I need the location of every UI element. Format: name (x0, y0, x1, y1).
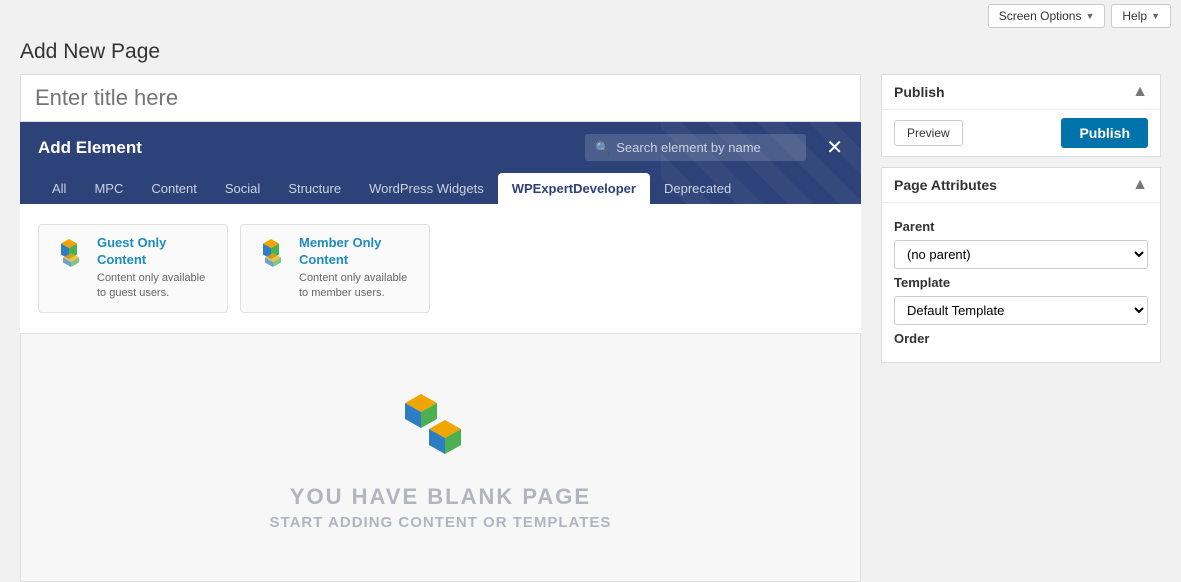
guest-only-info: Guest Only Content Content only availabl… (97, 235, 215, 302)
main-layout: Add Element 🔍 ✕ All MPC Content Social S… (0, 74, 1181, 582)
screen-options-label: Screen Options (999, 9, 1082, 23)
page-title: Add New Page (0, 32, 1181, 74)
blank-page-text: YOU HAVE BLANK PAGE START ADDING CONTENT… (270, 484, 612, 531)
page-attributes-content: Parent (no parent) Template Default Temp… (882, 203, 1160, 362)
add-element-controls: 🔍 ✕ (585, 134, 843, 161)
add-element-header: Add Element 🔍 ✕ (20, 122, 861, 173)
blank-page-line2: START ADDING CONTENT OR TEMPLATES (270, 514, 612, 531)
page-attributes-collapse-icon[interactable]: ▲ (1132, 176, 1148, 194)
publish-box-collapse-icon[interactable]: ▲ (1132, 83, 1148, 101)
member-only-desc: Content only available to member users. (299, 271, 417, 302)
member-only-name: Member Only Content (299, 235, 417, 269)
tab-structure[interactable]: Structure (274, 173, 355, 204)
parent-label: Parent (894, 219, 1148, 234)
template-label: Template (894, 275, 1148, 290)
blank-page-line1: YOU HAVE BLANK PAGE (270, 484, 612, 510)
blank-page-logo (401, 384, 481, 464)
screen-options-button[interactable]: Screen Options ▼ (988, 4, 1106, 28)
element-search-input[interactable] (616, 140, 796, 155)
publish-box-title: Publish (894, 84, 945, 100)
publish-box: Publish ▲ Preview Publish (881, 74, 1161, 157)
publish-actions: Preview Publish (882, 110, 1160, 156)
guest-only-icon (51, 235, 87, 271)
search-icon: 🔍 (595, 141, 610, 155)
parent-select[interactable]: (no parent) (894, 240, 1148, 269)
elements-grid: Guest Only Content Content only availabl… (20, 204, 861, 333)
tab-mpc[interactable]: MPC (80, 173, 137, 204)
template-select[interactable]: Default Template (894, 296, 1148, 325)
screen-options-caret-icon: ▼ (1085, 11, 1094, 21)
page-attributes-box: Page Attributes ▲ Parent (no parent) Tem… (881, 167, 1161, 363)
tab-wpexpertdeveloper[interactable]: WPExpertDeveloper (498, 173, 650, 204)
help-label: Help (1122, 9, 1147, 23)
element-card-member-only[interactable]: Member Only Content Content only availab… (240, 224, 430, 313)
sidebar: Publish ▲ Preview Publish Page Attribute… (881, 74, 1161, 582)
blank-page-area: YOU HAVE BLANK PAGE START ADDING CONTENT… (20, 333, 861, 582)
tab-deprecated[interactable]: Deprecated (650, 173, 745, 204)
tab-social[interactable]: Social (211, 173, 274, 204)
element-card-guest-only[interactable]: Guest Only Content Content only availabl… (38, 224, 228, 313)
add-element-panel: Add Element 🔍 ✕ All MPC Content Social S… (20, 122, 861, 204)
page-title-input[interactable] (20, 74, 861, 122)
member-only-icon (253, 235, 289, 271)
element-tabs: All MPC Content Social Structure WordPre… (20, 173, 861, 204)
add-element-title: Add Element (38, 138, 142, 158)
help-button[interactable]: Help ▼ (1111, 4, 1171, 28)
order-label: Order (894, 331, 1148, 346)
tab-all[interactable]: All (38, 173, 80, 204)
help-caret-icon: ▼ (1151, 11, 1160, 21)
element-search-box: 🔍 (585, 134, 806, 161)
page-attributes-header: Page Attributes ▲ (882, 168, 1160, 203)
guest-only-name: Guest Only Content (97, 235, 215, 269)
preview-button[interactable]: Preview (894, 120, 963, 146)
page-attributes-title: Page Attributes (894, 177, 997, 193)
close-add-element-button[interactable]: ✕ (826, 138, 843, 158)
member-only-info: Member Only Content Content only availab… (299, 235, 417, 302)
tab-wordpress-widgets[interactable]: WordPress Widgets (355, 173, 498, 204)
publish-box-header: Publish ▲ (882, 75, 1160, 110)
tab-content[interactable]: Content (137, 173, 211, 204)
top-bar: Screen Options ▼ Help ▼ (0, 0, 1181, 32)
content-area: Add Element 🔍 ✕ All MPC Content Social S… (20, 74, 861, 582)
guest-only-desc: Content only available to guest users. (97, 271, 215, 302)
publish-button[interactable]: Publish (1061, 118, 1148, 148)
